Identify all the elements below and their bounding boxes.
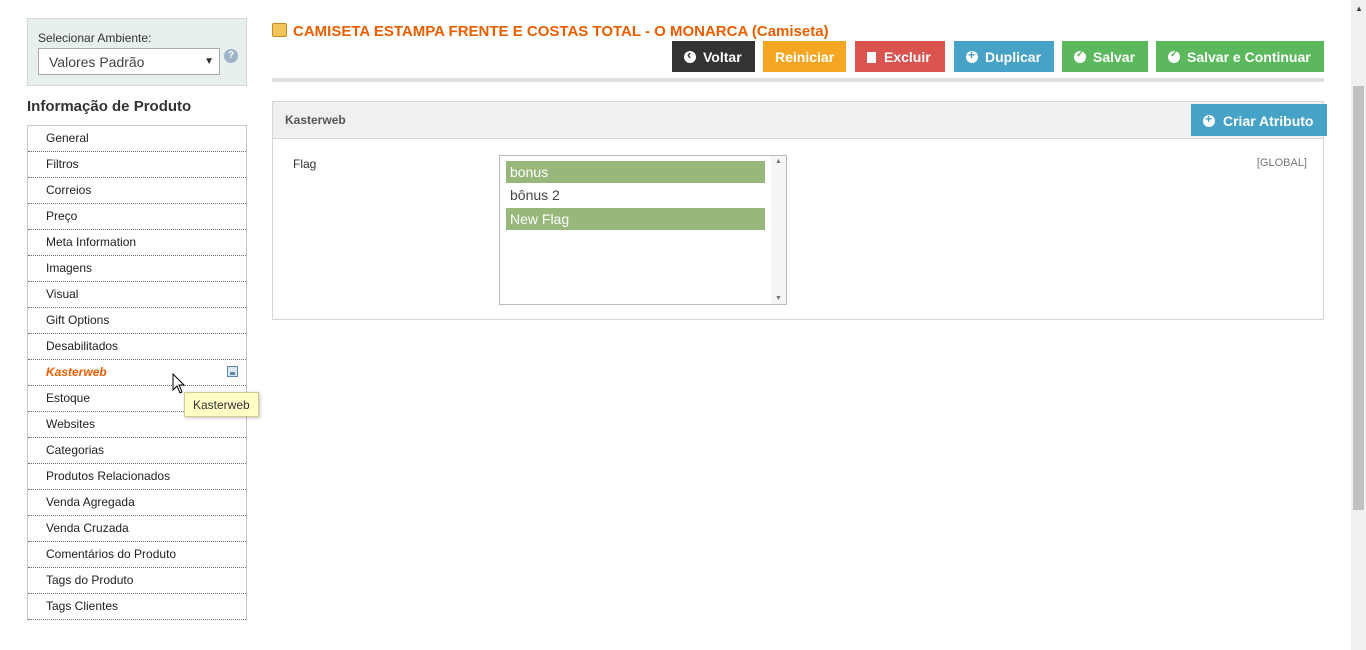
tab-label: Kasterweb (46, 365, 107, 379)
tab-venda-cruzada[interactable]: Venda Cruzada (28, 516, 246, 542)
tab-correios[interactable]: Correios (28, 178, 246, 204)
page-title: CAMISETA ESTAMPA FRENTE E COSTAS TOTAL -… (272, 23, 829, 40)
tab-filtros[interactable]: Filtros (28, 152, 246, 178)
tab-label: Tags Clientes (46, 599, 119, 613)
save-and-continue-button[interactable]: Salvar e Continuar (1156, 41, 1324, 72)
flag-option-new-flag[interactable]: New Flag (506, 208, 765, 230)
tab-label: Visual (46, 287, 79, 301)
store-scope-value: Valores Padrão (49, 54, 145, 70)
tab-visual[interactable]: Visual (28, 282, 246, 308)
tab-label: Imagens (46, 261, 93, 275)
trash-icon (867, 52, 876, 63)
tab-meta-information[interactable]: Meta Information (28, 230, 246, 256)
delete-button[interactable]: Excluir (855, 41, 945, 72)
tab-label: General (46, 131, 89, 145)
tab-preco[interactable]: Preço (28, 204, 246, 230)
tab-label: Correios (46, 183, 92, 197)
tab-label: Venda Agregada (46, 495, 135, 509)
flag-multiselect[interactable]: bonus bônus 2 New Flag ▲ ▼ (499, 155, 787, 305)
save-button[interactable]: Salvar (1062, 41, 1148, 72)
tab-tags-clientes[interactable]: Tags Clientes (28, 594, 246, 620)
tab-label: Venda Cruzada (46, 521, 129, 535)
duplicate-button[interactable]: Duplicar (954, 41, 1054, 72)
tab-label: Comentários do Produto (46, 547, 177, 561)
tab-tooltip: Kasterweb (184, 392, 259, 417)
back-button[interactable]: Voltar (672, 41, 755, 72)
plus-circle-icon (966, 48, 978, 63)
tab-label: Desabilitados (46, 339, 119, 353)
scope-label: [GLOBAL] (1256, 157, 1307, 169)
store-scope-select[interactable]: Valores Padrão ▼ (38, 48, 220, 75)
tab-label: Preço (46, 209, 78, 223)
store-switcher: Selecionar Ambiente: Valores Padrão ▼ ? (27, 18, 247, 86)
delete-button-label: Excluir (884, 49, 931, 65)
unsaved-changes-icon (227, 366, 238, 377)
plus-circle-icon (1203, 112, 1215, 127)
duplicate-button-label: Duplicar (985, 49, 1042, 65)
flag-field-label: Flag (293, 157, 317, 171)
tab-tags-do-produto[interactable]: Tags do Produto (28, 568, 246, 594)
create-attribute-button[interactable]: Criar Atributo (1191, 104, 1327, 136)
scrollbar-thumb[interactable] (1353, 86, 1364, 510)
header-divider (272, 78, 1324, 82)
kasterweb-fieldset: Kasterweb Criar Atributo Flag [GLOBAL] b… (272, 101, 1327, 320)
tab-categorias[interactable]: Categorias (28, 438, 246, 464)
scroll-down-arrow-icon[interactable]: ▼ (775, 295, 782, 302)
back-button-label: Voltar (703, 49, 742, 65)
multiselect-scrollbar[interactable]: ▲ ▼ (771, 156, 786, 304)
flag-option-bonus[interactable]: bonus (506, 161, 765, 183)
tab-comentarios-do-produto[interactable]: Comentários do Produto (28, 542, 246, 568)
check-circle-icon (1168, 49, 1180, 63)
tab-label: Gift Options (46, 313, 110, 327)
tab-label: Categorias (46, 443, 105, 457)
page-scrollbar[interactable]: ▲ (1351, 0, 1366, 650)
tab-gift-options[interactable]: Gift Options (28, 308, 246, 334)
question-circle-icon[interactable]: ? (224, 49, 238, 63)
store-switcher-label: Selecionar Ambiente: (38, 31, 152, 45)
reset-button[interactable]: Reiniciar (763, 41, 846, 72)
tab-label: Produtos Relacionados (46, 469, 171, 483)
save-and-continue-label: Salvar e Continuar (1187, 49, 1311, 65)
scroll-up-arrow-icon[interactable]: ▲ (1355, 4, 1363, 13)
check-circle-icon (1074, 49, 1086, 63)
save-button-label: Salvar (1093, 49, 1136, 65)
fieldset-title: Kasterweb (285, 113, 346, 127)
fieldset-header: Kasterweb Criar Atributo (273, 102, 1327, 139)
tab-kasterweb[interactable]: Kasterweb (28, 360, 246, 386)
reset-button-label: Reiniciar (775, 49, 835, 65)
create-attribute-label: Criar Atributo (1223, 113, 1314, 129)
tab-produtos-relacionados[interactable]: Produtos Relacionados (28, 464, 246, 490)
tab-venda-agregada[interactable]: Venda Agregada (28, 490, 246, 516)
scroll-up-arrow-icon[interactable]: ▲ (775, 158, 782, 165)
product-tabs: General Filtros Correios Preço Meta Info… (27, 125, 247, 620)
product-box-icon (272, 23, 287, 37)
page-title-text: CAMISETA ESTAMPA FRENTE E COSTAS TOTAL -… (293, 23, 829, 40)
tab-label: Estoque (46, 391, 91, 405)
tab-label: Filtros (46, 157, 79, 171)
tab-label: Websites (46, 417, 96, 431)
arrow-left-circle-icon (684, 47, 696, 63)
tab-desabilitados[interactable]: Desabilitados (28, 334, 246, 360)
tab-label: Tags do Produto (46, 573, 134, 587)
tab-imagens[interactable]: Imagens (28, 256, 246, 282)
tab-label: Meta Information (46, 235, 137, 249)
product-info-title: Informação de Produto (27, 98, 192, 115)
tab-general[interactable]: General (28, 126, 246, 152)
chevron-down-icon: ▼ (204, 56, 214, 67)
flag-option-bonus-2[interactable]: bônus 2 (506, 184, 765, 206)
